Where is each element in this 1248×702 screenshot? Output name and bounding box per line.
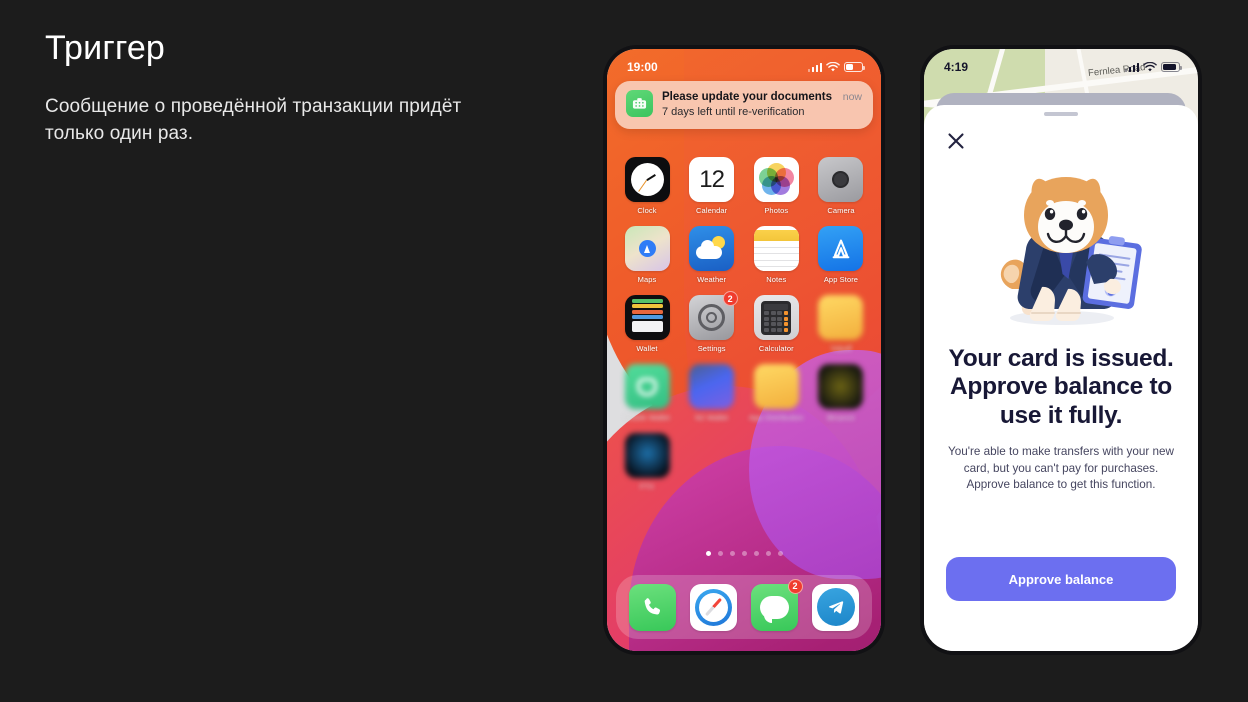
sheet-description: You're able to make transfers with your … bbox=[948, 445, 1174, 492]
page-title: Триггер bbox=[45, 29, 166, 67]
page-description: Сообщение о проведённой транзакции придё… bbox=[45, 95, 462, 145]
app-icon-blurred-yellow[interactable]: Yoboff bbox=[815, 295, 867, 353]
blurred-amber-app-icon bbox=[753, 364, 799, 409]
app-row: Mobile Wallet N2 Wallet App Distribution… bbox=[621, 364, 867, 422]
phone-app-icon bbox=[629, 583, 676, 631]
status-bar-time: 4:19 bbox=[944, 60, 969, 74]
app-label: Binance bbox=[827, 413, 855, 422]
status-bar: 4:19 bbox=[924, 49, 1198, 79]
app-label: Calendar bbox=[696, 206, 728, 215]
bottom-sheet: Your card is issued. Approve balance to … bbox=[924, 105, 1198, 651]
blurred-yellow-app-icon bbox=[818, 295, 864, 340]
app-label: FTX bbox=[639, 482, 655, 491]
page-indicator-dots[interactable] bbox=[607, 551, 881, 556]
blurred-dark-app-icon bbox=[818, 364, 864, 409]
app-icon-blurred-green[interactable]: Mobile Wallet bbox=[621, 364, 673, 422]
screenshot-root: Триггер Сообщение о проведённой транзакц… bbox=[0, 0, 1248, 702]
app-label: Photos bbox=[764, 206, 789, 215]
app-label: Clock bbox=[637, 206, 657, 215]
app-label: Maps bbox=[637, 275, 657, 284]
clock-app-icon bbox=[624, 157, 670, 202]
app-icon-blurred-blue[interactable]: N2 Wallet bbox=[686, 364, 738, 422]
status-bar: 19:00 bbox=[607, 49, 881, 79]
calendar-app-icon: 12 bbox=[689, 157, 735, 202]
app-row: Clock 12 Calendar Photos Camera bbox=[621, 157, 867, 215]
weather-app-icon bbox=[689, 226, 735, 271]
sheet-headline: Your card is issued. Approve balance to … bbox=[948, 345, 1174, 429]
app-label: App Distribution bbox=[749, 413, 804, 422]
app-icon-photos[interactable]: Photos bbox=[750, 157, 802, 215]
app-icon-calculator[interactable]: Calculator bbox=[750, 295, 802, 353]
app-row: Wallet 2 Settings Calculator Yoboff bbox=[621, 291, 867, 353]
drag-handle[interactable] bbox=[1044, 112, 1078, 116]
battery-icon bbox=[1161, 62, 1182, 72]
camera-app-icon bbox=[818, 157, 864, 202]
app-icon-app-store[interactable]: App Store bbox=[815, 226, 867, 284]
maps-app-icon bbox=[624, 226, 670, 271]
app-label: Settings bbox=[697, 344, 726, 353]
safari-app-icon bbox=[690, 583, 737, 631]
settings-badge: 2 bbox=[722, 291, 738, 306]
home-screen: 19:00 Please update your documents 7 day… bbox=[607, 49, 881, 651]
app-icon-maps[interactable]: Maps bbox=[621, 226, 673, 284]
app-label: Wallet bbox=[636, 344, 658, 353]
notification-title: Please update your documents bbox=[662, 91, 832, 103]
app-label: N2 Wallet bbox=[695, 413, 729, 422]
dock-icon-telegram[interactable] bbox=[810, 583, 862, 631]
app-icon-blurred-black[interactable]: FTX bbox=[621, 433, 673, 491]
app-icon-calendar[interactable]: 12 Calendar bbox=[686, 157, 738, 215]
wifi-icon bbox=[826, 61, 840, 71]
wifi-icon bbox=[1143, 61, 1157, 71]
dock-icon-messages[interactable]: 2 bbox=[749, 578, 803, 631]
app-icon-weather[interactable]: Weather bbox=[686, 226, 738, 284]
app-label: Camera bbox=[827, 206, 855, 215]
app-label: Yoboff bbox=[830, 344, 852, 353]
app-row: FTX bbox=[621, 433, 867, 491]
iphone-home-screen-mockup: 19:00 Please update your documents 7 day… bbox=[603, 45, 885, 655]
app-screen: Fernlea Road 4:19 Your card is issued. A… bbox=[924, 49, 1198, 651]
app-label: Weather bbox=[697, 275, 727, 284]
cellular-signal-icon bbox=[807, 62, 822, 72]
notification-time: now bbox=[842, 91, 862, 103]
notification-subtitle: 7 days left until re-verification bbox=[662, 106, 805, 119]
blurred-green-app-icon bbox=[624, 364, 670, 409]
cellular-signal-icon bbox=[1124, 62, 1139, 72]
calculator-app-icon bbox=[753, 295, 799, 340]
dock-icon-phone[interactable] bbox=[627, 583, 679, 631]
app-label: Notes bbox=[766, 275, 787, 284]
telegram-app-icon bbox=[812, 583, 859, 631]
wallet-app-icon bbox=[624, 295, 670, 340]
app-grid: Clock 12 Calendar Photos Camera Maps Wea… bbox=[607, 157, 881, 502]
documents-app-icon bbox=[626, 90, 653, 117]
app-label: Calculator bbox=[758, 344, 794, 353]
app-icon-settings[interactable]: 2 Settings bbox=[686, 291, 738, 353]
app-icon-wallet[interactable]: Wallet bbox=[621, 295, 673, 353]
shiba-inu-in-suit-with-clipboard-illustration bbox=[946, 156, 1176, 341]
app-icon-clock[interactable]: Clock bbox=[621, 157, 673, 215]
app-icon-notes[interactable]: Notes bbox=[750, 226, 802, 284]
battery-icon bbox=[844, 62, 865, 72]
iphone-app-sheet-mockup: Fernlea Road 4:19 Your card is issued. A… bbox=[920, 45, 1202, 655]
close-button[interactable] bbox=[943, 128, 969, 154]
app-icon-blurred-amber[interactable]: App Distribution bbox=[749, 364, 804, 422]
app-label: Mobile Wallet bbox=[623, 413, 671, 422]
dock: 2 bbox=[616, 575, 872, 639]
messages-badge: 2 bbox=[787, 578, 803, 594]
close-icon bbox=[948, 133, 964, 149]
notification-banner[interactable]: Please update your documents 7 days left… bbox=[615, 81, 873, 129]
blurred-black-app-icon bbox=[624, 433, 670, 478]
approve-balance-button[interactable]: Approve balance bbox=[946, 557, 1176, 601]
app-icon-blurred-dark[interactable]: Binance bbox=[815, 364, 867, 422]
status-bar-time: 19:00 bbox=[627, 60, 658, 74]
app-row: Maps Weather Notes App Store bbox=[621, 226, 867, 284]
blurred-blue-app-icon bbox=[689, 364, 735, 409]
photos-app-icon bbox=[753, 157, 799, 202]
copy-block: Триггер Сообщение о проведённой транзакц… bbox=[45, 28, 475, 148]
notes-app-icon bbox=[753, 226, 799, 271]
app-label: App Store bbox=[823, 275, 859, 284]
app-store-app-icon bbox=[818, 226, 864, 271]
calendar-day: 12 bbox=[699, 165, 725, 193]
app-icon-camera[interactable]: Camera bbox=[815, 157, 867, 215]
dock-icon-safari[interactable] bbox=[688, 583, 740, 631]
